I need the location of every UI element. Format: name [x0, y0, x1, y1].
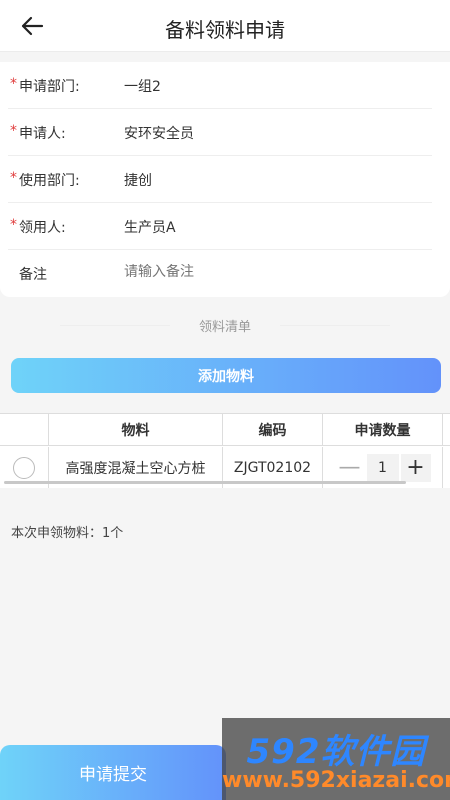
field-label: 申请人:: [19, 126, 66, 142]
field-value[interactable]: 生产员A: [124, 217, 176, 237]
header-quantity: 申请数量: [323, 414, 443, 445]
header-material: 物料: [49, 414, 223, 445]
watermark-overlay: 592软件园 www.592xiazai.com: [222, 718, 450, 800]
quantity-stepper: — 1 +: [335, 453, 431, 482]
header-extra: [443, 414, 450, 445]
field-value[interactable]: 一组2: [124, 76, 161, 96]
required-mark: *: [10, 170, 17, 186]
field-recipient[interactable]: * 领用人: 生产员A: [8, 203, 432, 250]
remark-input[interactable]: [124, 264, 374, 280]
extra-cell: [443, 447, 450, 488]
field-apply-department[interactable]: * 申请部门: 一组2: [8, 62, 432, 109]
materials-summary: 本次申领物料：1个: [11, 526, 124, 541]
application-form: * 申请部门: 一组2 * 申请人: 安环安全员 * 使用部门: 捷创 * 领用…: [0, 62, 450, 297]
header-select: [0, 414, 49, 445]
table-header: 物料 编码 申请数量: [0, 414, 450, 446]
field-value[interactable]: 安环安全员: [124, 123, 194, 143]
materials-table: 物料 编码 申请数量 高强度混凝土空心方桩 ZJGT02102 — 1 +: [0, 413, 450, 488]
app-header: 备料领料申请: [0, 0, 450, 52]
field-label: 申请部门:: [19, 79, 80, 95]
required-mark: *: [10, 76, 17, 92]
watermark-url: www.592xiazai.com: [222, 768, 450, 793]
field-value[interactable]: 捷创: [124, 170, 152, 190]
field-use-department[interactable]: * 使用部门: 捷创: [8, 156, 432, 203]
required-mark: *: [10, 123, 17, 139]
quantity-value[interactable]: 1: [366, 453, 399, 482]
field-remark: 备注: [8, 250, 432, 297]
field-label: 领用人:: [19, 220, 66, 236]
field-label: 备注: [19, 267, 47, 283]
horizontal-scrollbar[interactable]: [4, 481, 406, 484]
decrement-button[interactable]: —: [335, 454, 365, 482]
submit-button[interactable]: 申请提交: [0, 745, 226, 800]
page-title: 备料领料申请: [165, 18, 285, 42]
watermark-brand: 592软件园: [246, 732, 426, 772]
add-material-button[interactable]: 添加物料: [11, 358, 441, 393]
header-code: 编码: [223, 414, 323, 445]
row-select-radio[interactable]: [13, 456, 35, 479]
required-mark: *: [10, 217, 17, 233]
field-label: 使用部门:: [19, 173, 80, 189]
section-title-materials: 领料清单: [0, 316, 450, 335]
increment-button[interactable]: +: [400, 453, 431, 482]
field-applicant[interactable]: * 申请人: 安环安全员: [8, 109, 432, 156]
